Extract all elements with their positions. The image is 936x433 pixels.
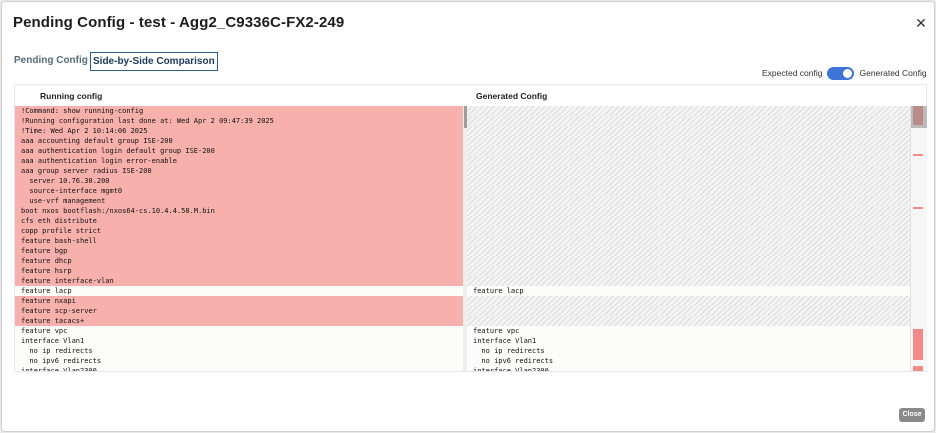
running-config-line: feature scp-server [15, 306, 463, 316]
generated-config-placeholder [467, 136, 910, 146]
generated-config-placeholder [467, 236, 910, 246]
generated-config-header: Generated Config [476, 91, 548, 101]
generated-config-placeholder [467, 166, 910, 176]
generated-config-placeholder [467, 296, 910, 306]
running-config-line: aaa accounting default group ISE-200 [15, 136, 463, 146]
generated-config-placeholder [467, 116, 910, 126]
tab-pending-config[interactable]: Pending Config [12, 52, 90, 71]
generated-config-placeholder [467, 126, 910, 136]
close-icon[interactable]: ✕ [914, 16, 928, 30]
generated-config-line: interface Vlan2300 [467, 366, 910, 371]
pending-config-modal: Pending Config - test - Agg2_C9336C-FX2-… [1, 1, 935, 432]
generated-config-code[interactable]: feature lacp feature vpc interface Vlan1 n… [467, 106, 910, 371]
generated-config-placeholder [467, 246, 910, 256]
running-config-line: no ip redirects [15, 346, 463, 356]
diff-panel: Running config Generated Config !Command… [14, 84, 927, 372]
running-config-line: aaa authentication login default group I… [15, 146, 463, 156]
running-config-line: feature interface-vlan [15, 276, 463, 286]
generated-config-placeholder [467, 266, 910, 276]
generated-config-placeholder [467, 186, 910, 196]
overview-ruler-change-mark [913, 206, 923, 210]
generated-config-line: feature vpc [467, 326, 910, 336]
close-button[interactable]: Close [899, 408, 925, 422]
generated-config-placeholder [467, 196, 910, 206]
running-config-line: feature tacacs+ [15, 316, 463, 326]
running-config-line: server 10.76.30.200 [15, 176, 463, 186]
generated-config-placeholder [467, 146, 910, 156]
running-config-line: feature dhcp [15, 256, 463, 266]
overview-ruler-change-mark [913, 328, 923, 361]
diff-overview-ruler[interactable] [910, 106, 927, 371]
toggle-label-generated: Generated Config [859, 68, 927, 78]
config-toggle-switch[interactable] [827, 66, 855, 80]
running-config-line: feature bash-shell [15, 236, 463, 246]
generated-config-placeholder [467, 276, 910, 286]
generated-config-placeholder [467, 206, 910, 216]
generated-config-line: no ip redirects [467, 346, 910, 356]
generated-config-placeholder [467, 256, 910, 266]
running-config-line: feature bgp [15, 246, 463, 256]
running-config-line: no ipv6 redirects [15, 356, 463, 366]
running-config-line: aaa group server radius ISE-200 [15, 166, 463, 176]
running-config-line: feature hsrp [15, 266, 463, 276]
generated-config-placeholder [467, 316, 910, 326]
running-config-line: feature vpc [15, 326, 463, 336]
config-toggle-group: Expected config Generated Config [762, 66, 927, 80]
running-config-line: copp profile strict [15, 226, 463, 236]
generated-config-line: interface Vlan1 [467, 336, 910, 346]
running-config-header: Running config [40, 91, 103, 101]
generated-config-line: no ipv6 redirects [467, 356, 910, 366]
running-config-line: interface Vlan1 [15, 336, 463, 346]
running-config-line: cfs eth distribute [15, 216, 463, 226]
generated-config-placeholder [467, 106, 910, 116]
toggle-label-expected: Expected config [762, 68, 823, 78]
running-config-line: source-interface mgmt0 [15, 186, 463, 196]
running-config-line: use-vrf management [15, 196, 463, 206]
overview-ruler-change-mark [913, 365, 923, 371]
running-config-line: interface Vlan2300 [15, 366, 463, 371]
overview-ruler-thumb[interactable] [911, 106, 927, 128]
generated-config-placeholder [467, 176, 910, 186]
running-config-line: feature nxapi [15, 296, 463, 306]
running-config-line: feature lacp [15, 286, 463, 296]
running-config-code[interactable]: !Command: show running-config !Running co… [15, 106, 463, 371]
running-config-line: aaa authentication login error-enable [15, 156, 463, 166]
running-config-line: !Time: Wed Apr 2 10:14:06 2025 [15, 126, 463, 136]
overview-ruler-change-mark [913, 153, 923, 157]
modal-title: Pending Config - test - Agg2_C9336C-FX2-… [13, 14, 345, 31]
tab-side-by-side-comparison[interactable]: Side-by-Side Comparison [90, 52, 218, 71]
generated-config-placeholder [467, 306, 910, 316]
generated-config-line: feature lacp [467, 286, 910, 296]
generated-config-placeholder [467, 156, 910, 166]
toggle-knob [843, 68, 853, 78]
generated-config-placeholder [467, 216, 910, 226]
running-config-line: !Running configuration last done at: Wed… [15, 116, 463, 126]
running-config-line: boot nxos bootflash:/nxos64-cs.10.4.4.58… [15, 206, 463, 216]
generated-config-placeholder [467, 226, 910, 236]
running-config-line: !Command: show running-config [15, 106, 463, 116]
